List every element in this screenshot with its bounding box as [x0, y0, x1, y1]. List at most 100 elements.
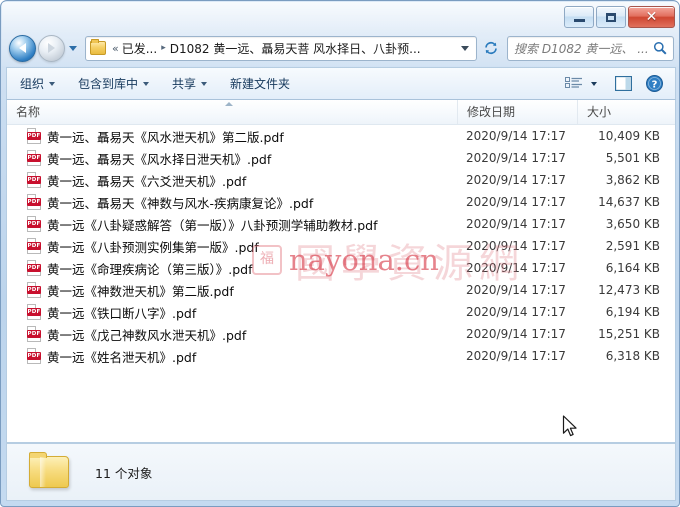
file-date-cell: 2020/9/14 17:17	[466, 151, 566, 165]
column-header-date-label: 修改日期	[467, 105, 516, 119]
file-rows: PDF 黄一远、聶易天《风水泄天机》第二版.pdf 2020/9/14 17:17 1…	[7, 125, 675, 367]
pdf-badge-label: PDF	[27, 308, 41, 316]
file-name-cell[interactable]: PDF 黄一远《八卦疑惑解答（第一版）》八卦预测学辅助教材.pdf	[7, 215, 457, 234]
breadcrumb-separator-icon: ▸	[161, 43, 166, 53]
pdf-icon: PDF	[27, 172, 41, 188]
column-header-row: 名称 修改日期 大小	[7, 100, 675, 125]
help-icon: ?	[646, 75, 663, 92]
pdf-icon: PDF	[27, 304, 41, 320]
pdf-badge-label: PDF	[27, 352, 41, 360]
new-folder-button[interactable]: 新建文件夹	[220, 71, 300, 96]
table-row[interactable]: PDF 黄一远《戊己神数风水泄天机》.pdf 2020/9/14 17:17 15,2…	[7, 323, 675, 345]
folder-icon	[29, 452, 69, 488]
file-name-cell[interactable]: PDF 黄一远《命理疾病论（第三版）》.pdf	[7, 259, 457, 278]
file-date-cell: 2020/9/14 17:17	[466, 327, 566, 341]
preview-pane-button[interactable]	[611, 72, 636, 95]
pdf-icon: PDF	[27, 194, 41, 210]
file-date-cell: 2020/9/14 17:17	[466, 261, 566, 275]
file-name-cell[interactable]: PDF 黄一远、聶易天《风水泄天机》第二版.pdf	[7, 127, 457, 146]
pdf-badge-label: PDF	[27, 176, 41, 184]
column-header-size[interactable]: 大小	[577, 100, 674, 124]
file-name-cell[interactable]: PDF 黄一远《姓名泄天机》.pdf	[7, 347, 457, 366]
file-date-cell: 2020/9/14 17:17	[466, 173, 566, 187]
breadcrumb-current[interactable]: D1082 黄一远、聶易天菩 风水择日、八卦预...	[170, 40, 421, 57]
file-name-cell[interactable]: PDF 黄一远、聶易天《六爻泄天机》.pdf	[7, 171, 457, 190]
chevron-down-icon	[49, 81, 56, 86]
breadcrumb-overflow-icon[interactable]: «	[112, 42, 119, 55]
help-button[interactable]: ?	[642, 72, 667, 95]
include-in-library-button[interactable]: 包含到库中	[68, 71, 159, 96]
pdf-badge-label: PDF	[27, 242, 41, 250]
view-dropdown-button[interactable]	[587, 72, 601, 95]
file-name-cell[interactable]: PDF 黄一远《八卦预测实例集第一版》.pdf	[7, 237, 457, 256]
table-row[interactable]: PDF 黄一远《铁口断八字》.pdf 2020/9/14 17:17 6,194 KB	[7, 301, 675, 323]
pdf-badge-label: PDF	[27, 286, 41, 294]
table-row[interactable]: PDF 黄一远《八卦疑惑解答（第一版）》八卦预测学辅助教材.pdf 2020/9/1…	[7, 213, 675, 235]
toolbar-right-group: ?	[561, 72, 667, 95]
pdf-badge-label: PDF	[27, 220, 41, 228]
maximize-button[interactable]	[596, 6, 626, 28]
file-date-cell: 2020/9/14 17:17	[466, 129, 566, 143]
title-bar: ✕	[1, 1, 679, 29]
window-controls: ✕	[564, 6, 675, 28]
table-row[interactable]: PDF 黄一远、聶易天《神数与风水-疾病康复论》.pdf 2020/9/14 17:…	[7, 191, 675, 213]
table-row[interactable]: PDF 黄一远《命理疾病论（第三版）》.pdf 2020/9/14 17:17 6,1…	[7, 257, 675, 279]
minimize-button[interactable]	[564, 6, 594, 28]
organize-button[interactable]: 组织	[10, 71, 65, 96]
back-arrow-icon	[19, 43, 26, 53]
maximize-icon	[606, 12, 616, 22]
file-name-label: 黄一远《铁口断八字》.pdf	[47, 305, 197, 321]
table-row[interactable]: PDF 黄一远、聶易天《风水择日泄天机》.pdf 2020/9/14 17:17 5,…	[7, 147, 675, 169]
table-row[interactable]: PDF 黄一远《八卦预测实例集第一版》.pdf 2020/9/14 17:17 2,5…	[7, 235, 675, 257]
include-in-library-label: 包含到库中	[78, 77, 139, 91]
search-box[interactable]: 搜索 D1082 黄一远、 ...	[507, 35, 674, 61]
file-size-cell: 6,318 KB	[605, 349, 660, 363]
pdf-icon: PDF	[27, 282, 41, 298]
column-header-name-label: 名称	[16, 105, 41, 119]
change-view-button[interactable]	[561, 72, 587, 95]
pdf-icon: PDF	[27, 326, 41, 342]
table-row[interactable]: PDF 黄一远、聶易天《六爻泄天机》.pdf 2020/9/14 17:17 3,86…	[7, 169, 675, 191]
file-size-cell: 5,501 KB	[605, 151, 660, 165]
back-button[interactable]	[9, 34, 36, 62]
close-button[interactable]: ✕	[628, 6, 675, 28]
address-dropdown-chevron-down-icon[interactable]	[461, 45, 469, 51]
column-header-name[interactable]: 名称	[7, 100, 457, 124]
chevron-down-icon	[143, 81, 150, 86]
share-label: 共享	[172, 77, 197, 91]
explorer-window: ✕ « 已发... ▸ D1082 黄一远、聶易天菩 风水择日、八卦预... 搜…	[0, 0, 680, 507]
recent-pages-chevron-down-icon[interactable]	[69, 45, 77, 51]
file-name-cell[interactable]: PDF 黄一远、聶易天《神数与风水-疾病康复论》.pdf	[7, 193, 457, 212]
refresh-button[interactable]	[480, 37, 502, 59]
pdf-badge-label: PDF	[27, 154, 41, 162]
table-row[interactable]: PDF 黄一远《姓名泄天机》.pdf 2020/9/14 17:17 6,318 KB	[7, 345, 675, 367]
file-name-cell[interactable]: PDF 黄一远《神数泄天机》第二版.pdf	[7, 281, 457, 300]
command-toolbar: 组织 包含到库中 共享 新建文件夹 ?	[6, 67, 676, 100]
file-name-label: 黄一远《命理疾病论（第三版）》.pdf	[47, 261, 253, 277]
file-name-label: 黄一远、聶易天《六爻泄天机》.pdf	[47, 173, 247, 189]
file-name-cell[interactable]: PDF 黄一远《铁口断八字》.pdf	[7, 303, 457, 322]
search-input[interactable]: 搜索 D1082 黄一远、 ...	[514, 40, 653, 57]
file-size-cell: 3,862 KB	[605, 173, 660, 187]
table-row[interactable]: PDF 黄一远、聶易天《风水泄天机》第二版.pdf 2020/9/14 17:17 1…	[7, 125, 675, 147]
file-name-label: 黄一远《八卦疑惑解答（第一版）》八卦预测学辅助教材.pdf	[47, 217, 378, 233]
file-size-cell: 15,251 KB	[598, 327, 660, 341]
minimize-icon	[573, 19, 585, 22]
breadcrumb-root[interactable]: 已发...	[122, 40, 157, 57]
search-icon	[653, 41, 667, 55]
share-button[interactable]: 共享	[162, 71, 217, 96]
file-size-cell: 12,473 KB	[598, 283, 660, 297]
table-row[interactable]: PDF 黄一远《神数泄天机》第二版.pdf 2020/9/14 17:17 12,47…	[7, 279, 675, 301]
address-bar[interactable]: « 已发... ▸ D1082 黄一远、聶易天菩 风水择日、八卦预...	[85, 35, 477, 61]
file-name-label: 黄一远《八卦预测实例集第一版》.pdf	[47, 239, 259, 255]
new-folder-label: 新建文件夹	[230, 77, 291, 91]
nav-arrow-group	[9, 34, 77, 62]
organize-label: 组织	[20, 77, 45, 91]
file-name-cell[interactable]: PDF 黄一远、聶易天《风水择日泄天机》.pdf	[7, 149, 457, 168]
file-size-cell: 6,164 KB	[605, 261, 660, 275]
refresh-icon	[485, 41, 497, 55]
column-header-date-modified[interactable]: 修改日期	[457, 100, 577, 124]
file-name-cell[interactable]: PDF 黄一远《戊己神数风水泄天机》.pdf	[7, 325, 457, 344]
forward-button[interactable]	[38, 34, 65, 62]
file-name-label: 黄一远、聶易天《风水泄天机》第二版.pdf	[47, 129, 284, 145]
